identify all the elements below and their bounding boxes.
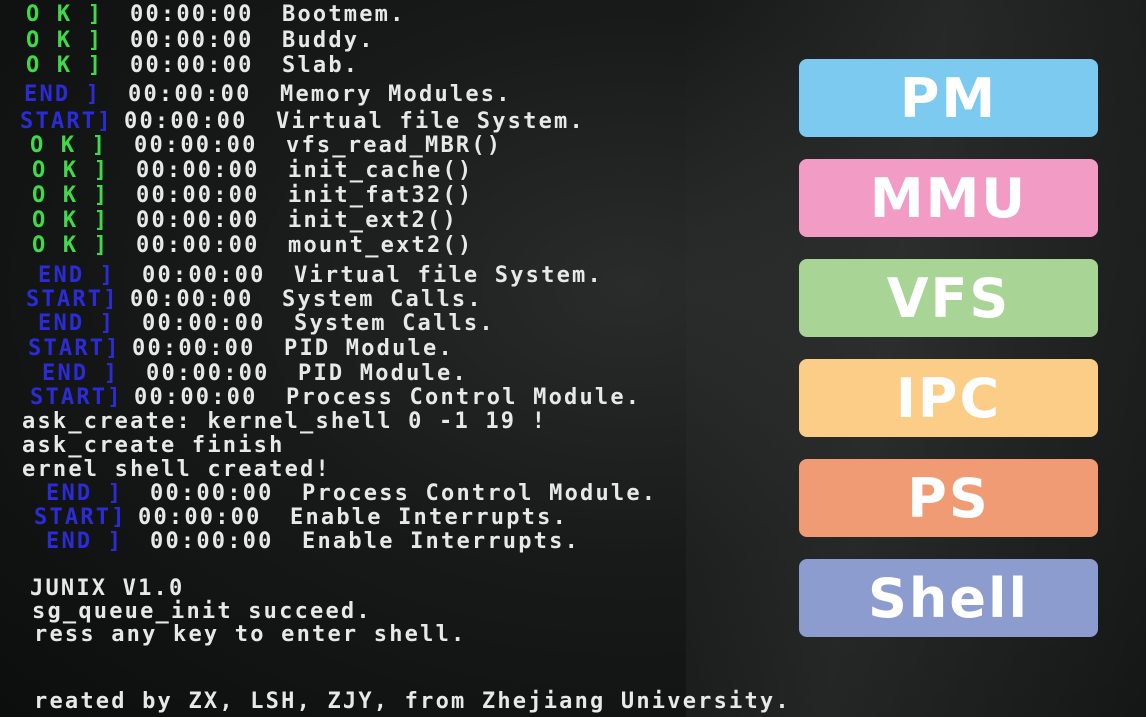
log-timestamp: 00:00:00 — [150, 481, 274, 506]
log-message: Virtual file System. — [276, 109, 585, 134]
monitor-screen: O K ] 00:00:00 Bootmem. O K ] 00:00:00 Buddy.… — [0, 0, 1146, 717]
log-timestamp: 00:00:00 — [136, 208, 260, 233]
status-ok-badge: O K ] — [32, 208, 110, 233]
boot-log-line: O K ] 00:00:00 Bootmem. — [26, 3, 406, 27]
boot-log-line: O K ] 00:00:00 vfs_read_MBR() — [30, 134, 502, 158]
status-phase-badge: START] — [20, 109, 113, 134]
log-text: ask_create finish — [22, 433, 285, 458]
log-timestamp: 00:00:00 — [130, 53, 254, 78]
log-message: Buddy. — [282, 28, 375, 53]
status-ok-badge: O K ] — [32, 183, 110, 208]
log-timestamp: 00:00:00 — [128, 82, 252, 107]
log-timestamp: 00:00:00 — [150, 529, 274, 554]
status-phase-badge: END ] — [46, 481, 124, 506]
boot-log-line: END ] 00:00:00 Enable Interrupts. — [46, 530, 580, 554]
status-phase-badge: END ] — [46, 529, 124, 554]
boot-log-line: START] 00:00:00 System Calls. — [26, 288, 483, 312]
log-text: sg_queue_init succeed. — [32, 599, 372, 624]
status-ok-badge: O K ] — [32, 233, 110, 258]
status-phase-badge: END ] — [42, 361, 120, 386]
boot-log-line: END ] 00:00:00 System Calls. — [38, 312, 495, 336]
log-timestamp: 00:00:00 — [134, 385, 258, 410]
status-phase-badge: START] — [28, 336, 121, 361]
log-timestamp: 00:00:00 — [136, 158, 260, 183]
boot-log-line: O K ] 00:00:00 init_cache() — [32, 159, 473, 183]
log-timestamp: 00:00:00 — [142, 311, 266, 336]
log-text: ress any key to enter shell. — [34, 622, 467, 647]
boot-log-line: ask_create finish — [22, 434, 285, 458]
log-timestamp: 00:00:00 — [146, 361, 270, 386]
log-timestamp: 00:00:00 — [134, 133, 258, 158]
boot-log-line: ask_create: kernel_shell 0 -1 19 ! — [22, 410, 547, 434]
log-message: mount_ext2() — [288, 233, 474, 258]
legend-item-shell: Shell — [799, 559, 1098, 637]
log-message: Enable Interrupts. — [302, 529, 581, 554]
log-timestamp: 00:00:00 — [142, 263, 266, 288]
boot-log-line: ernel shell created! — [22, 458, 331, 482]
boot-log-line: reated by ZX, LSH, ZJY, from Zhejiang Un… — [34, 690, 791, 714]
status-ok-badge: O K ] — [26, 53, 104, 78]
boot-log-line: sg_queue_init succeed. — [32, 600, 372, 624]
log-message: init_ext2() — [288, 208, 458, 233]
log-timestamp: 00:00:00 — [138, 505, 262, 530]
boot-log-line: END ] 00:00:00 Virtual file System. — [38, 264, 603, 288]
boot-log-line: START] 00:00:00 PID Module. — [28, 337, 454, 361]
boot-log-line: START] 00:00:00 Process Control Module. — [30, 386, 641, 410]
log-timestamp: 00:00:00 — [130, 2, 254, 27]
boot-log-line: START] 00:00:00 Virtual file System. — [20, 110, 585, 134]
log-message: Process Control Module. — [286, 385, 642, 410]
status-ok-badge: O K ] — [30, 133, 108, 158]
boot-log-line: O K ] 00:00:00 Buddy. — [26, 29, 375, 53]
log-message: System Calls. — [294, 311, 495, 336]
log-message: Enable Interrupts. — [290, 505, 569, 530]
log-message: init_fat32() — [288, 183, 474, 208]
log-text: ask_create: kernel_shell 0 -1 19 ! — [22, 409, 548, 434]
log-message: Virtual file System. — [294, 263, 603, 288]
legend-item-pm: PM — [799, 59, 1098, 137]
log-message: init_cache() — [288, 158, 474, 183]
boot-log-line: END ] 00:00:00 Memory Modules. — [24, 83, 512, 107]
module-legend: PM MMU VFS IPC PS Shell — [799, 59, 1098, 659]
boot-log-line: ress any key to enter shell. — [34, 623, 466, 647]
log-timestamp: 00:00:00 — [136, 233, 260, 258]
boot-log-line: O K ] 00:00:00 init_fat32() — [32, 184, 473, 208]
status-phase-badge: END ] — [38, 311, 116, 336]
legend-item-vfs: VFS — [799, 259, 1098, 337]
boot-log-terminal: O K ] 00:00:00 Bootmem. O K ] 00:00:00 Buddy.… — [20, 0, 820, 717]
status-ok-badge: O K ] — [26, 2, 104, 27]
log-message: Slab. — [282, 53, 360, 78]
log-message: Bootmem. — [282, 2, 406, 27]
log-message: PID Module. — [284, 336, 454, 361]
legend-item-ipc: IPC — [799, 359, 1098, 437]
boot-log-line: START] 00:00:00 Enable Interrupts. — [34, 506, 568, 530]
status-phase-badge: START] — [34, 505, 127, 530]
log-text: reated by ZX, LSH, ZJY, from Zhejiang Un… — [34, 689, 791, 714]
log-message: System Calls. — [282, 287, 483, 312]
log-text: JUNIX V1.0 — [30, 576, 185, 601]
boot-log-line: JUNIX V1.0 — [30, 577, 184, 601]
log-message: vfs_read_MBR() — [286, 133, 503, 158]
log-message: Memory Modules. — [280, 82, 512, 107]
status-ok-badge: O K ] — [32, 158, 110, 183]
status-phase-badge: START] — [30, 385, 123, 410]
log-timestamp: 00:00:00 — [132, 336, 256, 361]
boot-log-line: O K ] 00:00:00 init_ext2() — [32, 209, 458, 233]
status-ok-badge: O K ] — [26, 28, 104, 53]
legend-item-mmu: MMU — [799, 159, 1098, 237]
log-text: ernel shell created! — [22, 457, 331, 482]
log-message: PID Module. — [298, 361, 468, 386]
boot-log-line: END ] 00:00:00 Process Control Module. — [46, 482, 657, 506]
log-timestamp: 00:00:00 — [130, 287, 254, 312]
boot-log-line: O K ] 00:00:00 mount_ext2() — [32, 234, 473, 258]
boot-log-line: O K ] 00:00:00 Slab. — [26, 54, 359, 78]
log-timestamp: 00:00:00 — [124, 109, 248, 134]
log-timestamp: 00:00:00 — [130, 28, 254, 53]
log-timestamp: 00:00:00 — [136, 183, 260, 208]
status-phase-badge: START] — [26, 287, 119, 312]
legend-item-ps: PS — [799, 459, 1098, 537]
boot-log-line: END ] 00:00:00 PID Module. — [42, 362, 468, 386]
log-message: Process Control Module. — [302, 481, 658, 506]
status-phase-badge: END ] — [38, 263, 116, 288]
status-phase-badge: END ] — [24, 82, 102, 107]
